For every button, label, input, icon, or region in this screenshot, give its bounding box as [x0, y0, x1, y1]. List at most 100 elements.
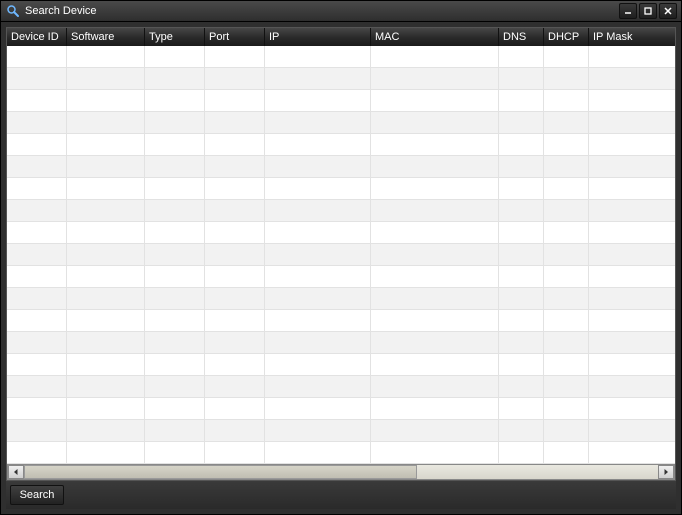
table-row[interactable]: [7, 310, 675, 332]
table-cell: [67, 288, 145, 310]
table-row[interactable]: [7, 112, 675, 134]
table-row[interactable]: [7, 354, 675, 376]
table-cell: [265, 244, 371, 266]
table-cell: [7, 134, 67, 156]
table-cell: [371, 68, 499, 90]
table-cell: [145, 310, 205, 332]
table-cell: [499, 420, 544, 442]
table-cell: [499, 68, 544, 90]
table-row[interactable]: [7, 156, 675, 178]
table-cell: [499, 266, 544, 288]
table-cell: [499, 288, 544, 310]
table-cell: [265, 310, 371, 332]
table-row[interactable]: [7, 200, 675, 222]
table-cell: [205, 156, 265, 178]
table-cell: [67, 244, 145, 266]
table-cell: [67, 398, 145, 420]
column-header-type[interactable]: Type: [145, 28, 205, 46]
table-cell: [589, 200, 675, 222]
table-cell: [544, 46, 589, 68]
table-row[interactable]: [7, 46, 675, 68]
table-cell: [544, 112, 589, 134]
table-row[interactable]: [7, 244, 675, 266]
table-cell: [205, 244, 265, 266]
column-header-port[interactable]: Port: [205, 28, 265, 46]
table-cell: [67, 266, 145, 288]
column-header-software[interactable]: Software: [67, 28, 145, 46]
column-header-device-id[interactable]: Device ID: [7, 28, 67, 46]
footer-bar: Search: [6, 481, 676, 509]
maximize-button[interactable]: [639, 3, 657, 19]
table-cell: [145, 420, 205, 442]
table-cell: [67, 178, 145, 200]
table-cell: [589, 244, 675, 266]
horizontal-scrollbar[interactable]: [7, 464, 675, 480]
table-row[interactable]: [7, 134, 675, 156]
table-cell: [265, 288, 371, 310]
scroll-track[interactable]: [24, 465, 658, 479]
table-row[interactable]: [7, 178, 675, 200]
table-cell: [145, 178, 205, 200]
table-cell: [67, 134, 145, 156]
table-cell: [145, 442, 205, 464]
close-button[interactable]: [659, 3, 677, 19]
search-app-icon: [5, 3, 21, 19]
scroll-left-button[interactable]: [8, 465, 24, 479]
table-cell: [7, 112, 67, 134]
search-button[interactable]: Search: [10, 485, 64, 505]
column-header-dns[interactable]: DNS: [499, 28, 544, 46]
table-cell: [67, 420, 145, 442]
table-row[interactable]: [7, 266, 675, 288]
table-row[interactable]: [7, 222, 675, 244]
table-cell: [371, 134, 499, 156]
table-row[interactable]: [7, 288, 675, 310]
table-cell: [589, 222, 675, 244]
scroll-thumb[interactable]: [24, 465, 417, 479]
table-row[interactable]: [7, 332, 675, 354]
table-cell: [265, 112, 371, 134]
table-cell: [499, 354, 544, 376]
table-row[interactable]: [7, 376, 675, 398]
table-cell: [205, 288, 265, 310]
table-cell: [7, 376, 67, 398]
column-header-dhcp[interactable]: DHCP: [544, 28, 589, 46]
table-cell: [67, 442, 145, 464]
scroll-right-button[interactable]: [658, 465, 674, 479]
table-cell: [371, 46, 499, 68]
table-row[interactable]: [7, 442, 675, 464]
table-cell: [205, 398, 265, 420]
table-row[interactable]: [7, 68, 675, 90]
table-cell: [205, 134, 265, 156]
table-cell: [544, 354, 589, 376]
minimize-button[interactable]: [619, 3, 637, 19]
table-cell: [205, 266, 265, 288]
table-cell: [205, 376, 265, 398]
table-cell: [544, 200, 589, 222]
table-cell: [371, 354, 499, 376]
table-cell: [544, 90, 589, 112]
table-cell: [7, 90, 67, 112]
table-cell: [544, 178, 589, 200]
table-row[interactable]: [7, 420, 675, 442]
table-cell: [145, 112, 205, 134]
table-row[interactable]: [7, 90, 675, 112]
table-cell: [589, 46, 675, 68]
column-header-mac[interactable]: MAC: [371, 28, 499, 46]
table-cell: [371, 376, 499, 398]
titlebar[interactable]: Search Device: [1, 1, 681, 22]
table-row[interactable]: [7, 398, 675, 420]
table-cell: [265, 376, 371, 398]
table-cell: [265, 222, 371, 244]
table-cell: [371, 178, 499, 200]
table-cell: [67, 46, 145, 68]
table-cell: [145, 376, 205, 398]
table-cell: [589, 134, 675, 156]
column-header-ip-mask[interactable]: IP Mask: [589, 28, 675, 46]
table-cell: [589, 90, 675, 112]
table-cell: [67, 200, 145, 222]
table-cell: [7, 244, 67, 266]
table-cell: [589, 178, 675, 200]
column-header-ip[interactable]: IP: [265, 28, 371, 46]
table-cell: [499, 310, 544, 332]
table-cell: [265, 178, 371, 200]
